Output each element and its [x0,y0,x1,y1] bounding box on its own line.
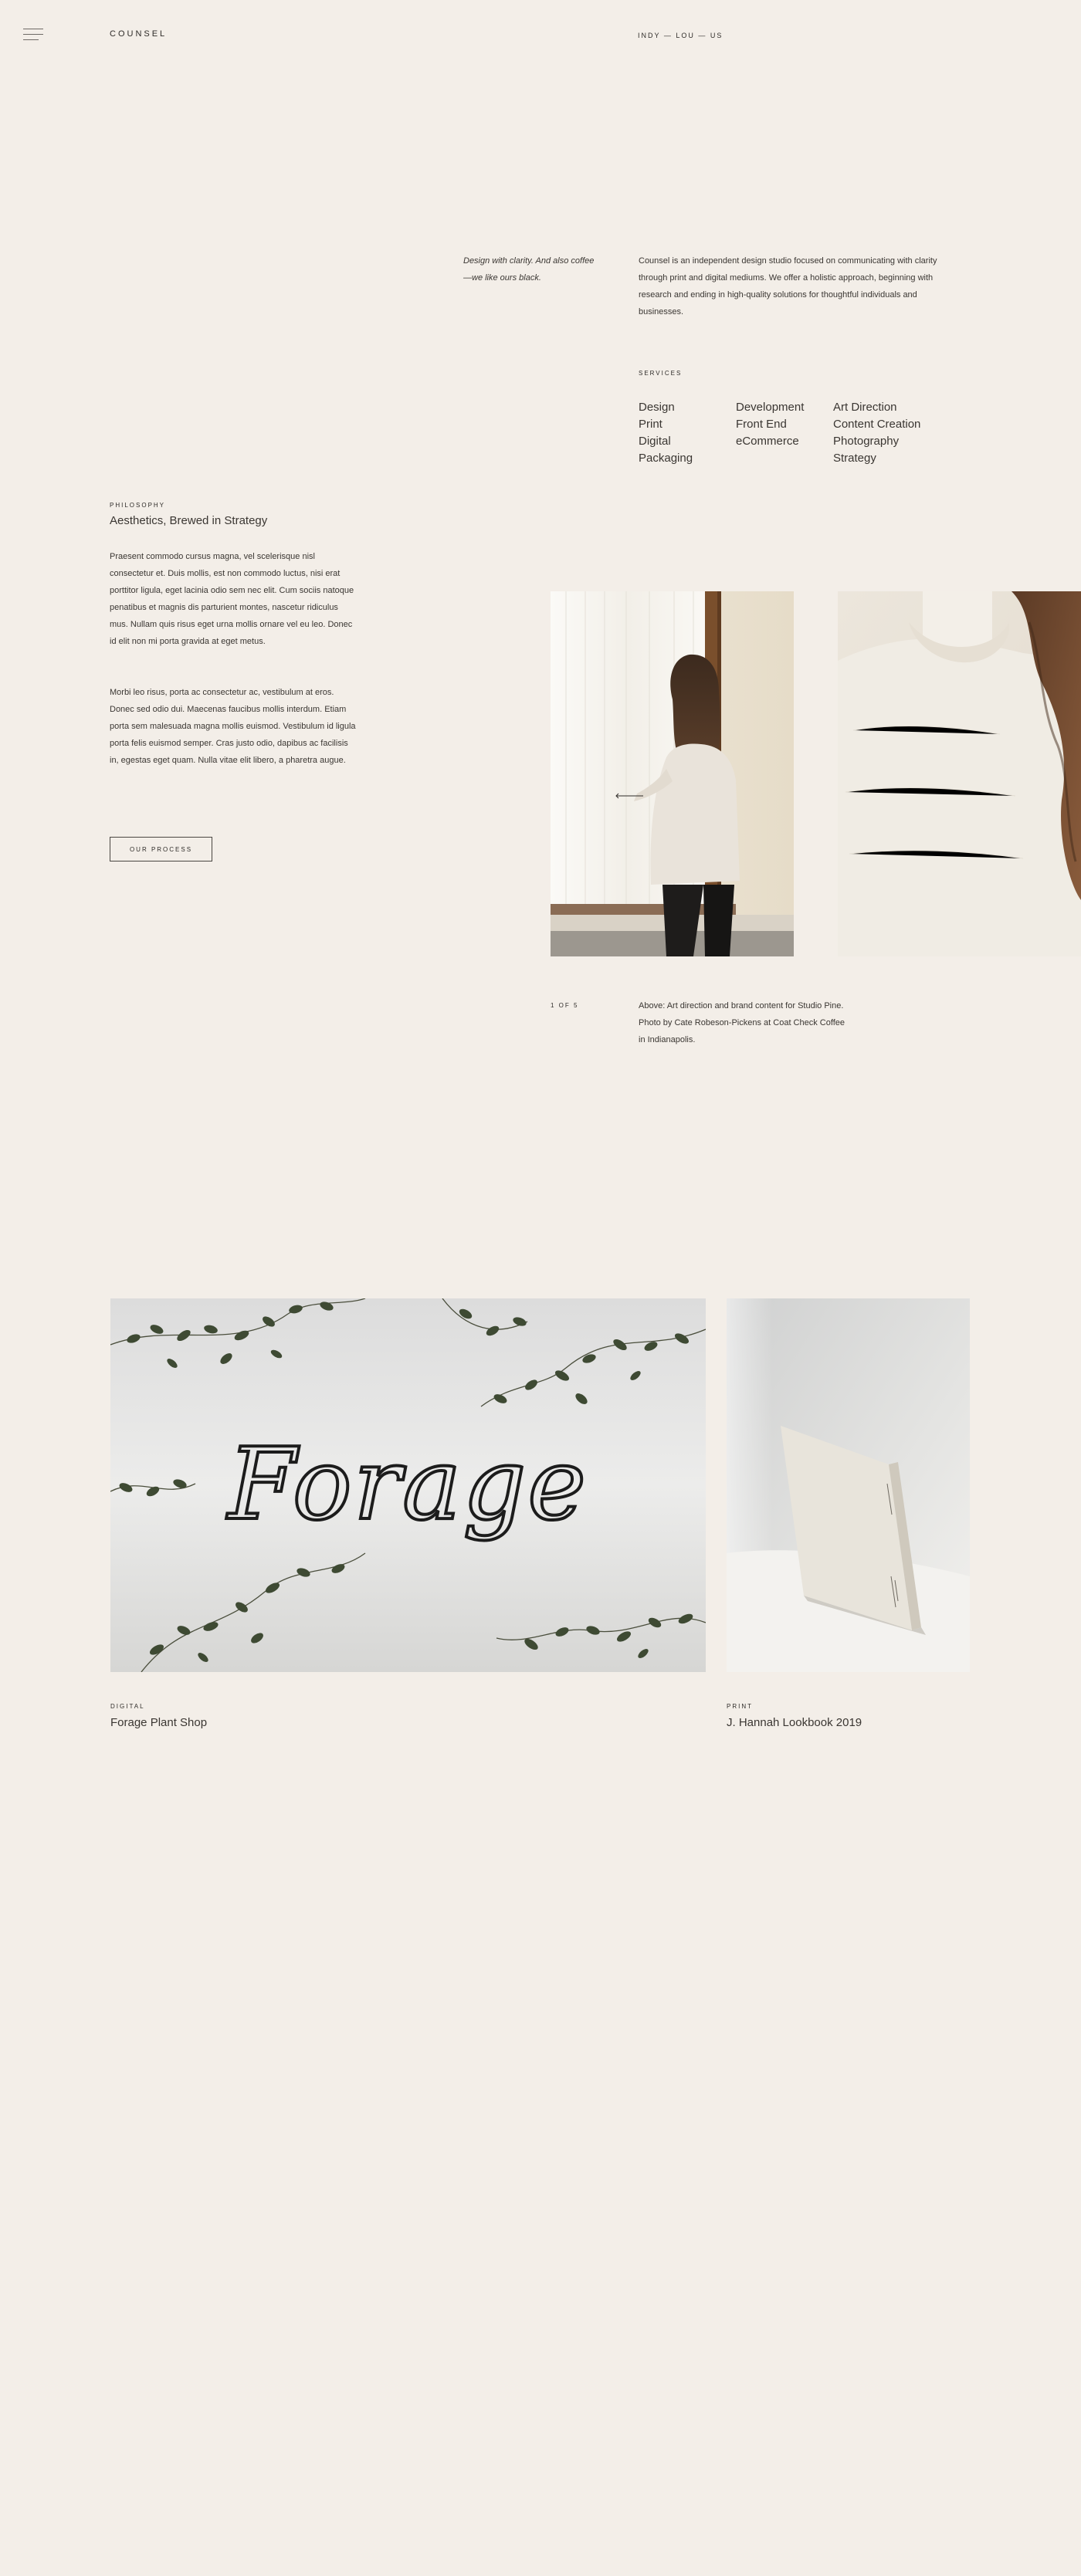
hamburger-menu-icon[interactable] [23,29,43,41]
service-item: Design [639,401,675,414]
philosophy-title: Aesthetics, Brewed in Strategy [110,514,268,527]
brand-logo[interactable]: COUNSEL [110,29,167,39]
service-item: Art Direction [833,401,897,414]
gallery-counter: 1 OF 5 [551,1002,579,1009]
service-item: Front End [736,418,787,431]
service-item: eCommerce [736,435,799,448]
gallery-caption: Above: Art direction and brand content f… [639,1001,845,1044]
gallery-photo-sweater [838,591,1081,956]
service-item: Photography [833,435,900,448]
forage-sign-text: Forage [226,1427,588,1542]
intro-text: Counsel is an independent design studio … [639,256,937,316]
project-image-forage[interactable]: Forage [110,1298,706,1672]
services-column-1: Design Print Digital Packaging [639,399,693,467]
tagline: Design with clarity. And also coffee—we … [463,256,595,283]
service-item: Digital [639,435,671,448]
services-column-3: Art Direction Content Creation Photograp… [833,399,920,467]
our-process-button[interactable]: OUR PROCESS [110,837,212,861]
services-column-2: Development Front End eCommerce [736,399,804,450]
locations-label: INDY — LOU — US [638,32,723,39]
service-item: Packaging [639,452,693,465]
project-title[interactable]: J. Hannah Lookbook 2019 [727,1716,862,1729]
services-eyebrow: SERVICES [639,370,683,377]
project-image-lookbook[interactable] [727,1298,970,1672]
philosophy-paragraph-1: Praesent commodo cursus magna, vel scele… [110,552,354,646]
project-title[interactable]: Forage Plant Shop [110,1716,207,1729]
arrow-left-icon[interactable] [615,790,625,801]
service-item: Print [639,418,662,431]
service-item: Content Creation [833,418,921,431]
service-item: Development [736,401,805,414]
philosophy-eyebrow: PHILOSOPHY [110,502,166,509]
project-category: DIGITAL [110,1703,145,1710]
service-item: Strategy [833,452,876,465]
philosophy-paragraph-2: Morbi leo risus, porta ac consectetur ac… [110,688,356,765]
gallery-photo-window [551,591,794,956]
project-category: PRINT [727,1703,753,1710]
